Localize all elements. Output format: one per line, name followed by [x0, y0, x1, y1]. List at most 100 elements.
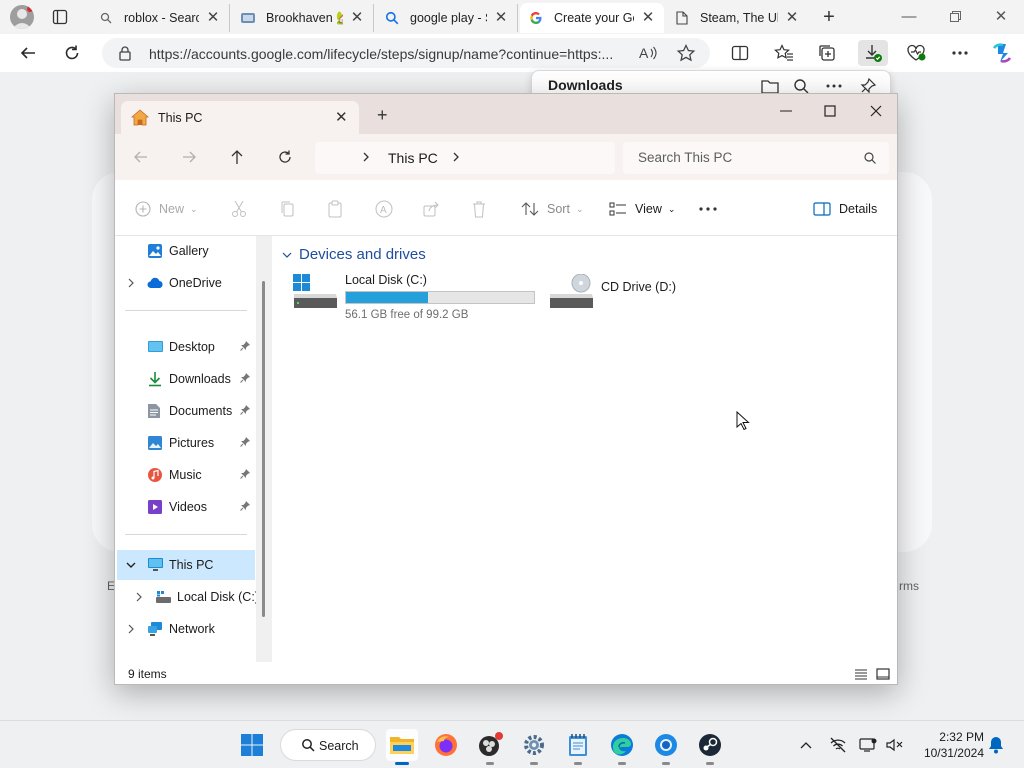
sidebar-item-videos[interactable]: Videos	[115, 492, 255, 522]
system-clock[interactable]: 2:32 PM 10/31/2024	[914, 729, 984, 761]
up-arrow-icon[interactable]	[227, 147, 247, 167]
sidebar-item-desktop[interactable]: Desktop	[115, 332, 255, 362]
chevron-right-icon[interactable]	[451, 151, 461, 163]
explorer-tab-this-pc[interactable]: This PC ✕	[121, 101, 359, 134]
sidebar-item-this-pc[interactable]: This PC	[117, 550, 255, 580]
close-icon[interactable]: ✕	[493, 10, 509, 26]
refresh-button[interactable]	[58, 40, 86, 66]
sidebar-item-downloads[interactable]: Downloads	[115, 364, 255, 394]
pin-icon[interactable]	[239, 340, 251, 352]
back-arrow-icon[interactable]	[131, 147, 151, 167]
file-explorer-taskbar-icon[interactable]	[386, 729, 418, 765]
browser-tab-google-play[interactable]: google play - Se ✕	[376, 4, 518, 32]
notification-bell-icon[interactable]	[986, 735, 1006, 755]
tab-actions-icon[interactable]	[52, 9, 68, 25]
sidebar-item-pictures[interactable]: Pictures	[115, 428, 255, 458]
profile-avatar[interactable]	[10, 5, 34, 29]
obs-taskbar-icon[interactable]	[474, 729, 506, 765]
firefox-taskbar-icon[interactable]	[430, 729, 462, 761]
share-button[interactable]	[423, 198, 449, 220]
sidebar-item-documents[interactable]: Documents	[115, 396, 255, 426]
sidebar-item-gallery[interactable]: Gallery	[115, 236, 255, 266]
search-icon[interactable]	[863, 151, 877, 165]
sort-button[interactable]: Sort ⌄	[521, 198, 583, 220]
view-button[interactable]: View ⌄	[609, 198, 675, 220]
collections-button[interactable]	[814, 40, 842, 66]
start-button[interactable]	[236, 729, 268, 761]
more-options-button[interactable]	[699, 198, 717, 220]
volume-muted-icon[interactable]	[884, 735, 904, 755]
split-screen-button[interactable]	[726, 40, 754, 66]
explorer-new-tab-button[interactable]: +	[377, 106, 388, 124]
large-icons-view-icon[interactable]	[875, 666, 891, 682]
chevron-down-icon[interactable]	[125, 559, 137, 571]
copilot-button[interactable]	[988, 40, 1016, 66]
explorer-search-box[interactable]: Search This PC	[623, 142, 889, 174]
chrome-taskbar-icon[interactable]	[650, 729, 682, 765]
back-button[interactable]	[14, 40, 42, 66]
new-button[interactable]: New ⌄	[135, 198, 198, 220]
read-aloud-icon[interactable]: A	[638, 44, 658, 62]
explorer-address-bar[interactable]: This PC	[315, 142, 615, 174]
sidebar-item-music[interactable]: Music	[115, 460, 255, 490]
notepad-taskbar-icon[interactable]	[562, 729, 594, 765]
favorite-star-icon[interactable]	[676, 44, 696, 62]
taskbar-search-button[interactable]: Search	[280, 729, 376, 761]
forward-arrow-icon[interactable]	[179, 147, 199, 167]
chevron-right-icon[interactable]	[133, 591, 145, 603]
url-text[interactable]: https://accounts.google.com/lifecycle/st…	[149, 46, 629, 62]
network-disconnected-icon[interactable]	[828, 735, 848, 755]
show-hidden-icons-button[interactable]	[796, 735, 816, 755]
new-tab-button[interactable]: +	[818, 7, 840, 29]
breadcrumb-this-pc[interactable]: This PC	[388, 150, 438, 166]
chevron-right-icon[interactable]	[125, 277, 137, 289]
pin-icon[interactable]	[239, 468, 251, 480]
pin-icon[interactable]	[239, 436, 251, 448]
downloads-button[interactable]	[858, 40, 888, 66]
chevron-right-icon[interactable]	[125, 623, 137, 635]
sidebar-item-local-disk[interactable]: Local Disk (C:)	[115, 582, 259, 612]
close-icon[interactable]: ✕	[349, 10, 365, 26]
cut-button[interactable]	[231, 198, 255, 220]
restore-button[interactable]	[940, 6, 970, 28]
steam-taskbar-icon[interactable]	[694, 729, 726, 765]
close-icon[interactable]: ✕	[640, 10, 656, 26]
browser-tab-brookhaven[interactable]: Brookhaven 🏡 ✕	[232, 4, 374, 32]
browser-essentials-button[interactable]	[902, 40, 930, 66]
minimize-button[interactable]: —	[894, 6, 924, 28]
favorites-button[interactable]	[770, 40, 798, 66]
sidebar-item-network[interactable]: Network	[115, 614, 255, 644]
navigation-pane-scrollbar[interactable]	[256, 236, 272, 662]
rename-button[interactable]: A	[375, 198, 401, 220]
delete-button[interactable]	[471, 198, 495, 220]
chevron-down-icon[interactable]	[281, 249, 293, 261]
details-button[interactable]: Details	[813, 198, 877, 220]
refresh-icon[interactable]	[275, 147, 295, 167]
display-icon[interactable]	[858, 735, 878, 755]
pin-icon[interactable]	[239, 404, 251, 416]
close-window-button[interactable]: ✕	[986, 6, 1016, 28]
explorer-maximize-button[interactable]	[815, 100, 845, 122]
details-view-icon[interactable]	[853, 666, 869, 682]
more-options-button[interactable]	[946, 40, 974, 66]
drive-item-cd-drive-d[interactable]: CD Drive (D:)	[549, 272, 739, 320]
pin-icon[interactable]	[239, 372, 251, 384]
copy-button[interactable]	[279, 198, 303, 220]
edge-taskbar-icon[interactable]	[606, 729, 638, 765]
browser-tab-create-google-account[interactable]: Create your Go ✕	[520, 3, 664, 33]
lock-icon[interactable]	[118, 45, 132, 61]
paste-button[interactable]	[327, 198, 351, 220]
close-icon[interactable]: ✕	[784, 10, 800, 26]
group-header-devices-and-drives[interactable]: Devices and drives	[281, 246, 426, 263]
drive-item-local-disk-c[interactable]: Local Disk (C:) 56.1 GB free of 99.2 GB	[293, 272, 543, 321]
explorer-close-button[interactable]	[861, 100, 891, 122]
sidebar-item-onedrive[interactable]: OneDrive	[115, 268, 255, 298]
pin-icon[interactable]	[239, 500, 251, 512]
browser-tab-steam[interactable]: Steam, The Ulti ✕	[666, 4, 808, 32]
chevron-right-icon[interactable]	[361, 151, 371, 163]
scrollbar-thumb[interactable]	[262, 281, 265, 617]
settings-taskbar-icon[interactable]	[518, 729, 550, 765]
address-bar[interactable]: https://accounts.google.com/lifecycle/st…	[102, 38, 710, 68]
explorer-minimize-button[interactable]	[771, 100, 801, 122]
browser-tab-roblox[interactable]: roblox - Search ✕	[90, 4, 230, 32]
